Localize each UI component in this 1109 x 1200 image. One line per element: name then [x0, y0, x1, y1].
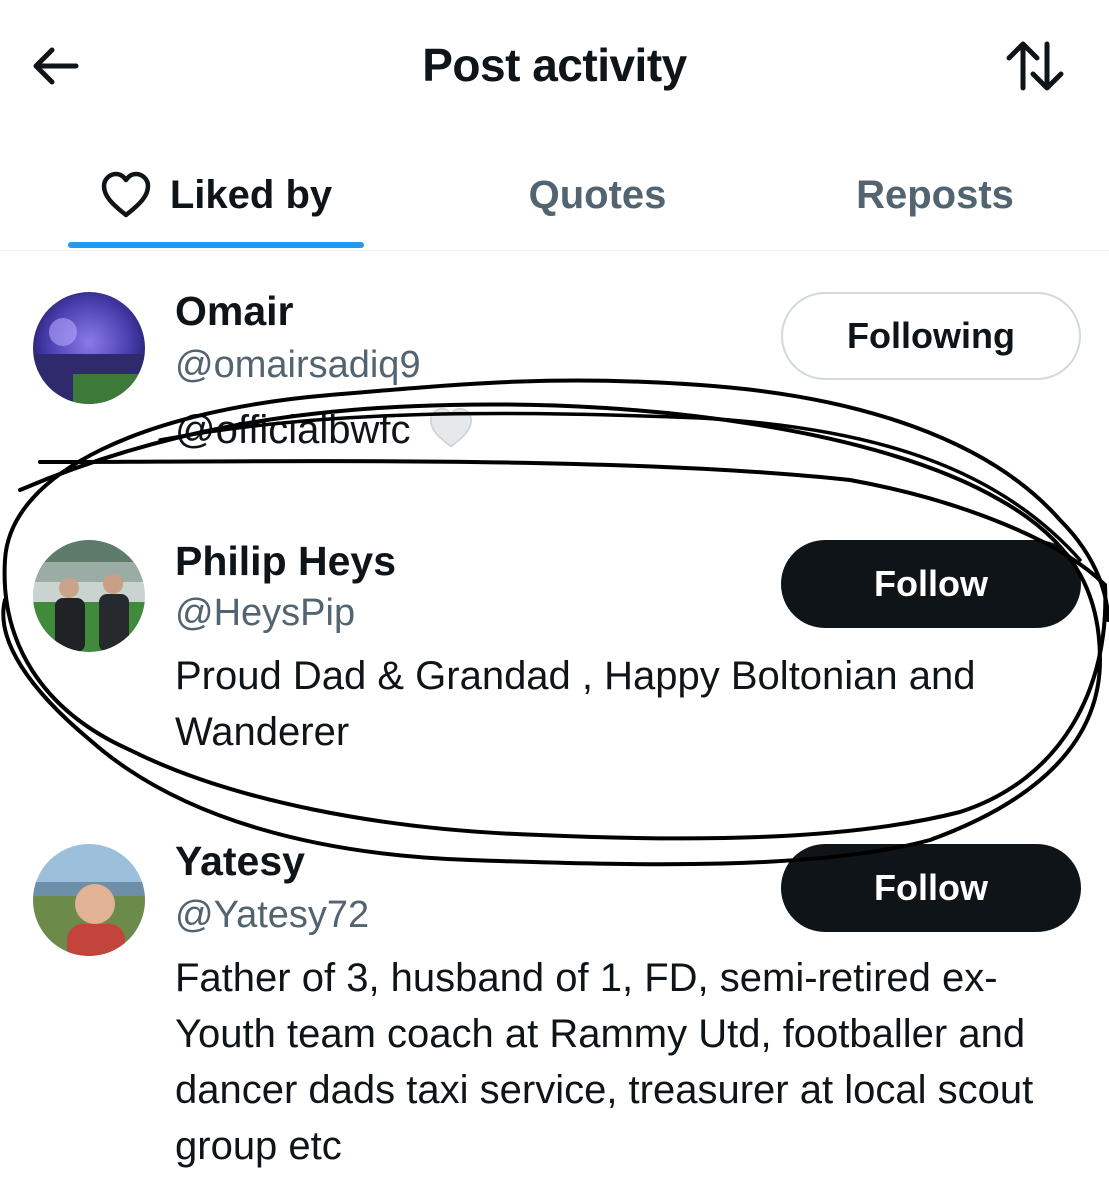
bio-mention[interactable]: @officialbwfc — [175, 408, 411, 452]
avatar-image — [33, 292, 145, 404]
white-heart-icon — [429, 407, 472, 448]
tab-liked-by[interactable]: Liked by — [68, 140, 364, 250]
avatar-image — [33, 540, 145, 652]
sort-button[interactable] — [1003, 36, 1067, 96]
tab-bar: Liked by Quotes Reposts — [0, 140, 1109, 251]
heart-outline-icon — [101, 171, 151, 218]
tab-quotes[interactable]: Quotes — [440, 140, 755, 250]
top-bar: Post activity — [0, 0, 1109, 130]
avatar[interactable] — [33, 540, 145, 652]
following-button[interactable]: Following — [781, 292, 1081, 380]
user-bio: Father of 3, husband of 1, FD, semi-reti… — [175, 956, 1034, 1168]
avatar-image — [33, 844, 145, 956]
user-handle[interactable]: @HeysPip — [175, 592, 355, 635]
user-handle[interactable]: @omairsadiq9 — [175, 344, 421, 387]
list-item[interactable]: Philip Heys @HeysPip Proud Dad & Grandad… — [0, 530, 1109, 770]
user-name[interactable]: Yatesy — [175, 838, 305, 885]
tab-label: Reposts — [856, 172, 1014, 217]
user-handle[interactable]: @Yatesy72 — [175, 894, 369, 937]
user-name[interactable]: Philip Heys — [175, 538, 396, 585]
avatar[interactable] — [33, 844, 145, 956]
sort-arrows-icon — [1006, 41, 1064, 91]
tab-label: Quotes — [528, 172, 667, 217]
active-tab-indicator — [68, 242, 364, 248]
tab-label: Liked by — [169, 172, 333, 217]
page-title: Post activity — [422, 39, 687, 91]
user-bio: Proud Dad & Grandad , Happy Boltonian an… — [175, 654, 976, 754]
tab-reposts[interactable]: Reposts — [790, 140, 1080, 250]
avatar[interactable] — [33, 292, 145, 404]
list-item[interactable]: Yatesy @Yatesy72 Father of 3, husband of… — [0, 832, 1109, 1172]
list-item[interactable]: Omair @omairsadiq9 @officialbwfc Followi… — [0, 280, 1109, 480]
user-name[interactable]: Omair — [175, 288, 294, 335]
follow-button[interactable]: Follow — [781, 540, 1081, 628]
user-bio: @officialbwfc — [175, 402, 1075, 458]
follow-button[interactable]: Follow — [781, 844, 1081, 932]
